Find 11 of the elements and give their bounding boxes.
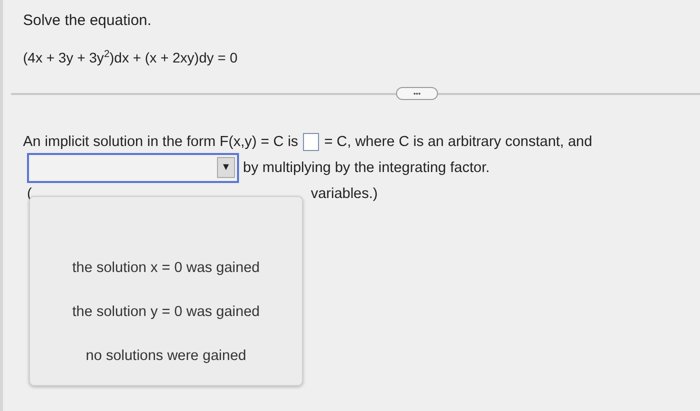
dropdown-field[interactable]: ▼	[27, 152, 239, 183]
equation: (4x + 3y + 3y$^{2}$)dx + (x + 2xy)dy = 0	[23, 49, 238, 66]
dropdown-option[interactable]: the solution x = 0 was gained	[68, 259, 264, 277]
answer-text: = C, where C is an arbitrary constant, and	[324, 134, 592, 150]
answer-text: by multiplying by the integrating factor.	[243, 160, 490, 176]
answer-text: An implicit solution in the form F(x,y) = C is	[23, 134, 298, 150]
dropdown-option[interactable]: the solution y = 0 was gained	[68, 303, 264, 321]
question-prompt: Solve the equation.	[23, 12, 152, 29]
answer-text: variables.)	[310, 186, 378, 202]
answer-box[interactable]	[303, 132, 320, 151]
dropdown-option[interactable]: no solutions were gained	[82, 347, 250, 365]
